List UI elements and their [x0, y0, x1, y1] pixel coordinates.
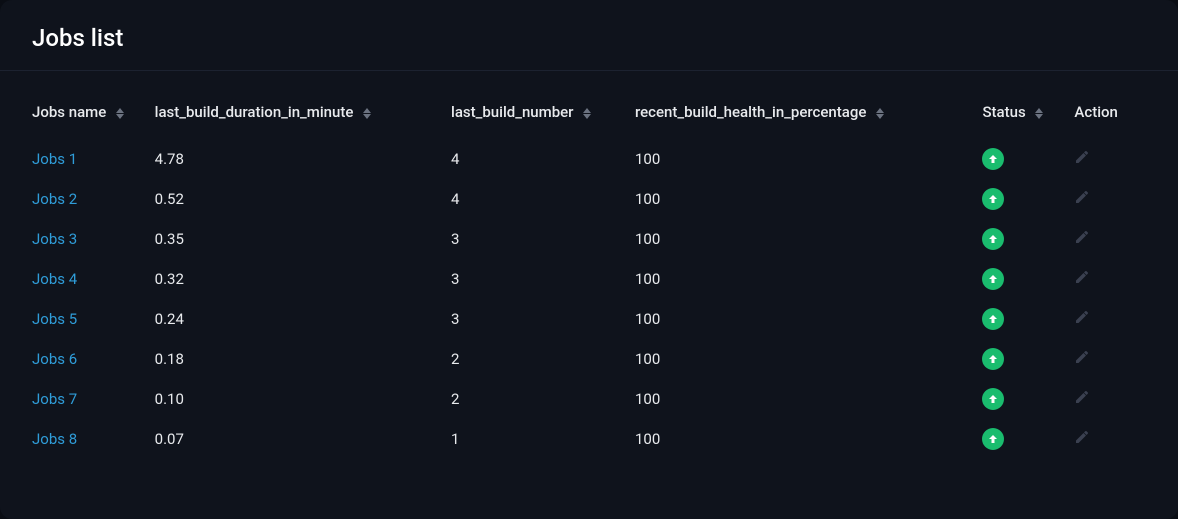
col-header-build-label: last_build_number — [451, 103, 573, 121]
cell-duration: 0.24 — [155, 299, 451, 339]
job-link[interactable]: Jobs 3 — [32, 230, 77, 248]
cell-build-number: 3 — [451, 259, 635, 299]
cell-duration: 0.07 — [155, 419, 451, 459]
table-header-row: Jobs name last_build_duration_in_minute — [32, 95, 1146, 139]
col-header-health-label: recent_build_health_in_percentage — [635, 103, 866, 121]
edit-icon[interactable] — [1074, 349, 1090, 365]
cell-health: 100 — [635, 219, 982, 259]
cell-health: 100 — [635, 259, 982, 299]
col-header-build[interactable]: last_build_number — [451, 95, 635, 139]
cell-action — [1074, 179, 1146, 219]
cell-health: 100 — [635, 419, 982, 459]
panel-title: Jobs list — [0, 0, 1178, 71]
col-header-health[interactable]: recent_build_health_in_percentage — [635, 95, 982, 139]
table-row: Jobs 2 0.524100 — [32, 179, 1146, 219]
edit-icon[interactable] — [1074, 389, 1090, 405]
col-header-name[interactable]: Jobs name — [32, 95, 155, 139]
edit-icon[interactable] — [1074, 309, 1090, 325]
cell-action — [1074, 299, 1146, 339]
table-row: Jobs 6 0.182100 — [32, 339, 1146, 379]
table-row: Jobs 3 0.353100 — [32, 219, 1146, 259]
job-link[interactable]: Jobs 8 — [32, 430, 77, 448]
table-wrapper: Jobs name last_build_duration_in_minute — [0, 71, 1178, 483]
sort-icon[interactable] — [876, 108, 884, 119]
cell-health: 100 — [635, 379, 982, 419]
cell-duration: 0.32 — [155, 259, 451, 299]
status-up-icon — [982, 268, 1004, 290]
cell-status — [982, 379, 1074, 419]
cell-duration: 0.35 — [155, 219, 451, 259]
table-row: Jobs 8 0.071100 — [32, 419, 1146, 459]
sort-icon[interactable] — [1035, 108, 1043, 119]
cell-build-number: 4 — [451, 139, 635, 179]
edit-icon[interactable] — [1074, 189, 1090, 205]
job-link[interactable]: Jobs 7 — [32, 390, 77, 408]
table-row: Jobs 1 4.784100 — [32, 139, 1146, 179]
cell-build-number: 1 — [451, 419, 635, 459]
status-up-icon — [982, 348, 1004, 370]
col-header-action-label: Action — [1074, 103, 1117, 121]
cell-status — [982, 179, 1074, 219]
job-link[interactable]: Jobs 5 — [32, 310, 77, 328]
table-row: Jobs 5 0.243100 — [32, 299, 1146, 339]
job-link[interactable]: Jobs 1 — [32, 150, 77, 168]
cell-status — [982, 259, 1074, 299]
table-row: Jobs 7 0.102100 — [32, 379, 1146, 419]
cell-duration: 0.10 — [155, 379, 451, 419]
status-up-icon — [982, 308, 1004, 330]
col-header-duration-label: last_build_duration_in_minute — [155, 103, 354, 121]
cell-health: 100 — [635, 339, 982, 379]
job-link[interactable]: Jobs 2 — [32, 190, 77, 208]
jobs-table: Jobs name last_build_duration_in_minute — [32, 95, 1146, 459]
edit-icon[interactable] — [1074, 429, 1090, 445]
jobs-panel: Jobs list Jobs name — [0, 0, 1178, 519]
edit-icon[interactable] — [1074, 269, 1090, 285]
cell-duration: 4.78 — [155, 139, 451, 179]
cell-build-number: 2 — [451, 379, 635, 419]
cell-duration: 0.18 — [155, 339, 451, 379]
cell-build-number: 3 — [451, 219, 635, 259]
cell-status — [982, 339, 1074, 379]
status-up-icon — [982, 388, 1004, 410]
sort-icon[interactable] — [363, 108, 371, 119]
cell-status — [982, 139, 1074, 179]
edit-icon[interactable] — [1074, 149, 1090, 165]
cell-action — [1074, 219, 1146, 259]
table-row: Jobs 4 0.323100 — [32, 259, 1146, 299]
cell-action — [1074, 259, 1146, 299]
cell-health: 100 — [635, 299, 982, 339]
edit-icon[interactable] — [1074, 229, 1090, 245]
job-link[interactable]: Jobs 4 — [32, 270, 77, 288]
status-up-icon — [982, 428, 1004, 450]
cell-health: 100 — [635, 139, 982, 179]
sort-icon[interactable] — [116, 108, 124, 119]
cell-action — [1074, 139, 1146, 179]
cell-status — [982, 219, 1074, 259]
cell-action — [1074, 419, 1146, 459]
cell-build-number: 2 — [451, 339, 635, 379]
col-header-action: Action — [1074, 95, 1146, 139]
col-header-duration[interactable]: last_build_duration_in_minute — [155, 95, 451, 139]
sort-icon[interactable] — [583, 108, 591, 119]
status-up-icon — [982, 188, 1004, 210]
col-header-name-label: Jobs name — [32, 103, 106, 121]
cell-health: 100 — [635, 179, 982, 219]
cell-build-number: 4 — [451, 179, 635, 219]
cell-action — [1074, 379, 1146, 419]
job-link[interactable]: Jobs 6 — [32, 350, 77, 368]
col-header-status-label: Status — [982, 103, 1025, 121]
col-header-status[interactable]: Status — [982, 95, 1074, 139]
status-up-icon — [982, 148, 1004, 170]
status-up-icon — [982, 228, 1004, 250]
cell-status — [982, 299, 1074, 339]
cell-status — [982, 419, 1074, 459]
cell-action — [1074, 339, 1146, 379]
cell-duration: 0.52 — [155, 179, 451, 219]
cell-build-number: 3 — [451, 299, 635, 339]
